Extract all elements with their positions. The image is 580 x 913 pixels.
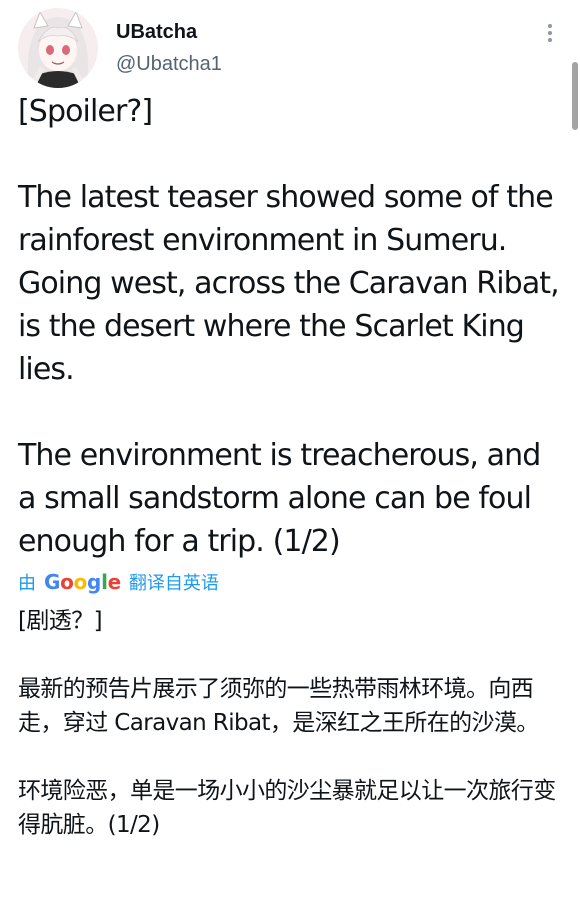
more-options-icon <box>548 24 552 42</box>
google-logo-letter: G <box>44 570 61 594</box>
user-handle[interactable]: @Ubatcha1 <box>116 52 222 76</box>
google-logo: Google <box>44 570 121 594</box>
google-logo-letter: o <box>73 570 88 594</box>
translate-attribution[interactable]: 由 Google 翻译自英语 <box>18 568 219 596</box>
tweet-text: [Spoiler?] The latest teaser showed some… <box>18 94 560 559</box>
display-name[interactable]: UBatcha <box>116 20 197 44</box>
google-logo-letter: g <box>87 570 102 594</box>
google-logo-letter: o <box>60 570 74 594</box>
scrollbar-thumb[interactable] <box>572 62 578 130</box>
google-logo-letter: e <box>107 570 122 594</box>
tweet-header: UBatcha @Ubatcha1 <box>0 0 580 92</box>
translate-prefix: 由 <box>18 573 36 594</box>
more-options-button[interactable] <box>540 18 560 48</box>
avatar-image <box>18 8 98 88</box>
translated-tweet-text: [剧透？] 最新的预告片展示了须弥的一些热带雨林环境。向西走，穿过 Carava… <box>18 608 556 838</box>
translate-suffix: 翻译自英语 <box>128 573 219 594</box>
avatar[interactable] <box>18 8 98 88</box>
